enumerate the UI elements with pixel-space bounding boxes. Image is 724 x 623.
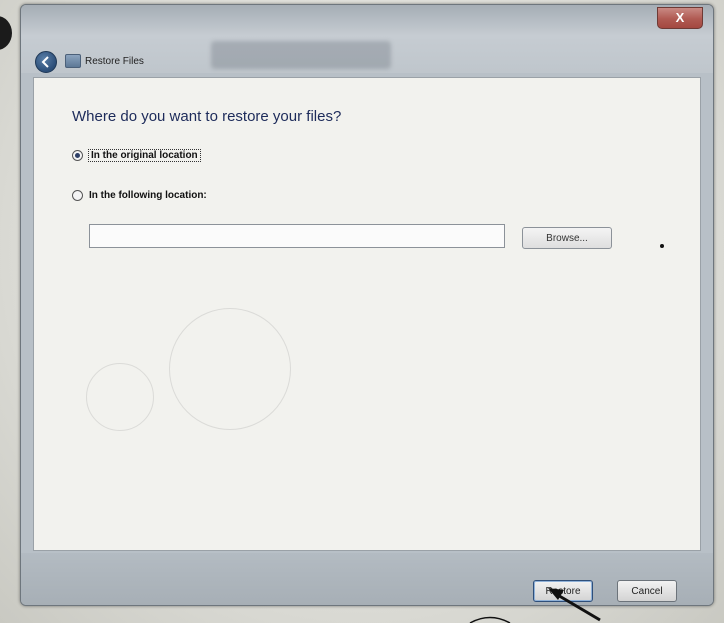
close-icon: X: [675, 10, 685, 25]
option-original-location-label: In the original location: [88, 149, 201, 162]
page: X Restore Files Where do you want to res…: [0, 0, 724, 623]
radio-original-location[interactable]: [72, 150, 83, 161]
option-following-location-label: In the following location:: [89, 190, 207, 201]
footer: Restore Cancel: [21, 553, 713, 605]
nav-title: Restore Files: [65, 51, 144, 71]
step-marker: [0, 16, 12, 50]
titlebar-blurred-area: [211, 41, 391, 69]
restore-files-window: X Restore Files Where do you want to res…: [20, 4, 714, 606]
restore-files-icon: [65, 54, 81, 68]
page-title: Where do you want to restore your files?: [72, 108, 342, 125]
option-original-location[interactable]: In the original location: [72, 149, 201, 162]
content-panel: Where do you want to restore your files?…: [33, 77, 701, 551]
browse-button[interactable]: Browse...: [522, 227, 612, 249]
stray-dot: [660, 244, 664, 248]
radio-following-location[interactable]: [72, 190, 83, 201]
location-path-field[interactable]: [89, 224, 505, 248]
nav-title-label: Restore Files: [85, 55, 144, 67]
close-button[interactable]: X: [657, 7, 703, 29]
back-button[interactable]: [35, 51, 57, 73]
restore-button[interactable]: Restore: [533, 580, 593, 602]
back-arrow-icon: [41, 56, 49, 68]
background-bleed-mark: [169, 308, 291, 430]
titlebar: X Restore Files: [21, 5, 713, 73]
background-bleed-mark: [86, 363, 154, 431]
option-following-location[interactable]: In the following location:: [72, 190, 207, 201]
cancel-button[interactable]: Cancel: [617, 580, 677, 602]
